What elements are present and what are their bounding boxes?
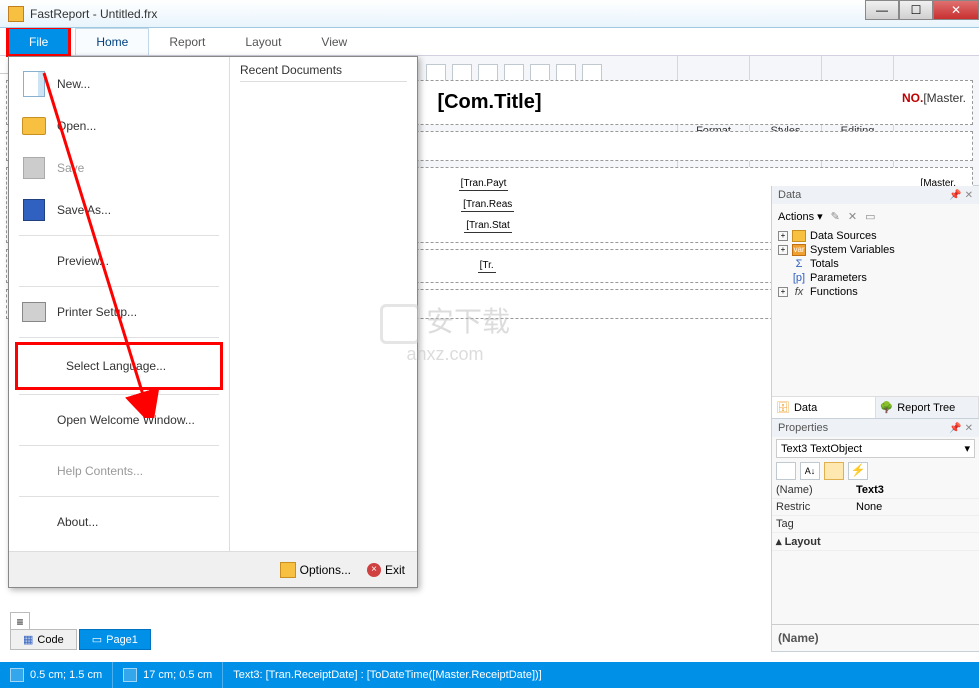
app-icon	[8, 6, 24, 22]
options-icon	[280, 562, 296, 578]
tab-view[interactable]: View	[301, 28, 367, 55]
alphabetical-icon[interactable]: A↓	[800, 462, 820, 480]
tab-report[interactable]: Report	[149, 28, 225, 55]
menu-preview[interactable]: Preview...	[9, 240, 229, 282]
menu-save-as[interactable]: Save As...	[9, 189, 229, 231]
database-icon: 🗄	[776, 401, 790, 414]
properties-selector[interactable]: Text3 TextObject▾	[776, 439, 975, 458]
prop-tag-label: Tag	[772, 516, 852, 532]
events-icon[interactable]: ⚡	[848, 462, 868, 480]
pin-icon[interactable]: 📌 ✕	[949, 423, 973, 434]
menu-save[interactable]: Save	[9, 147, 229, 189]
datasource-icon	[792, 230, 806, 242]
tab-home[interactable]: Home	[75, 28, 149, 55]
panel-tab-report-tree[interactable]: 🌳Report Tree	[876, 397, 979, 418]
actions-dropdown[interactable]: Actions ▾	[778, 210, 823, 223]
variables-icon: var	[792, 244, 806, 256]
tree-parameters[interactable]: [p]Parameters	[778, 271, 973, 285]
tree-data-sources[interactable]: +Data Sources	[778, 229, 973, 243]
save-icon	[23, 157, 45, 179]
no-field[interactable]: [Master.	[923, 91, 966, 105]
panel-tab-data[interactable]: 🗄Data	[772, 397, 876, 418]
data-panel-title: Data	[778, 189, 801, 201]
totals-icon: Σ	[792, 258, 806, 270]
close-button[interactable]: ✕	[933, 0, 979, 20]
code-icon: ▦	[23, 633, 33, 646]
window-title: FastReport - Untitled.frx	[30, 7, 157, 21]
file-menu: New... Open... Save Save As... Preview..…	[8, 56, 418, 588]
menu-new[interactable]: New...	[9, 63, 229, 105]
tree-functions[interactable]: +fxFunctions	[778, 285, 973, 299]
tab-layout[interactable]: Layout	[225, 28, 301, 55]
status-size: 17 cm; 0.5 cm	[143, 669, 212, 681]
save-as-icon	[23, 199, 45, 221]
maximize-button[interactable]: ☐	[899, 0, 933, 20]
no-label[interactable]: NO.	[902, 91, 923, 105]
prop-restrict-label: Restric	[772, 499, 852, 515]
prop-tag-value[interactable]	[852, 516, 979, 532]
prop-layout-category[interactable]: ▴ Layout	[772, 533, 852, 550]
properties-panel-title: Properties	[778, 422, 828, 434]
size-icon	[123, 668, 137, 682]
exit-button[interactable]: ×Exit	[367, 563, 405, 577]
minimize-button[interactable]: —	[865, 0, 899, 20]
view-icon[interactable]: ▭	[865, 210, 875, 223]
prop-name-label: (Name)	[772, 482, 852, 498]
recent-documents-header: Recent Documents	[240, 63, 407, 82]
functions-icon: fx	[792, 286, 806, 298]
delete-icon[interactable]: ✕	[848, 210, 857, 223]
document-icon	[23, 71, 45, 97]
tree-system-variables[interactable]: +varSystem Variables	[778, 243, 973, 257]
menu-printer-setup[interactable]: Printer Setup...	[9, 291, 229, 333]
menu-select-language[interactable]: Select Language...	[15, 342, 223, 390]
status-selection: Text3: [Tran.ReceiptDate] : [ToDateTime(…	[233, 669, 542, 681]
menu-open[interactable]: Open...	[9, 105, 229, 147]
parameters-icon: [p]	[792, 272, 806, 284]
doc-tab-code[interactable]: ▦Code	[10, 629, 77, 650]
status-position: 0.5 cm; 1.5 cm	[30, 669, 102, 681]
printer-icon	[22, 302, 46, 322]
exit-icon: ×	[367, 563, 381, 577]
menu-open-welcome[interactable]: Open Welcome Window...	[9, 399, 229, 441]
status-bar: 0.5 cm; 1.5 cm 17 cm; 0.5 cm Text3: [Tra…	[0, 662, 979, 688]
title-text[interactable]: [Com.Title]	[437, 91, 541, 113]
position-icon	[10, 668, 24, 682]
prop-name-value[interactable]: Text3	[852, 482, 979, 498]
folder-icon	[22, 117, 46, 135]
edit-icon[interactable]: ✎	[831, 210, 840, 223]
prop-restrict-value[interactable]: None	[852, 499, 979, 515]
properties-page-icon[interactable]	[824, 462, 844, 480]
categorized-icon[interactable]	[776, 462, 796, 480]
tree-icon: 🌳	[880, 401, 894, 414]
tree-totals[interactable]: ΣTotals	[778, 257, 973, 271]
pin-icon[interactable]: 📌 ✕	[949, 190, 973, 201]
page-icon: ▭	[92, 633, 102, 646]
menu-help[interactable]: Help Contents...	[9, 450, 229, 492]
doc-tab-page1[interactable]: ▭Page1	[79, 629, 151, 650]
options-button[interactable]: Options...	[280, 562, 351, 578]
tab-file[interactable]: File	[6, 26, 71, 57]
properties-description: (Name)	[772, 624, 979, 651]
menu-about[interactable]: About...	[9, 501, 229, 543]
